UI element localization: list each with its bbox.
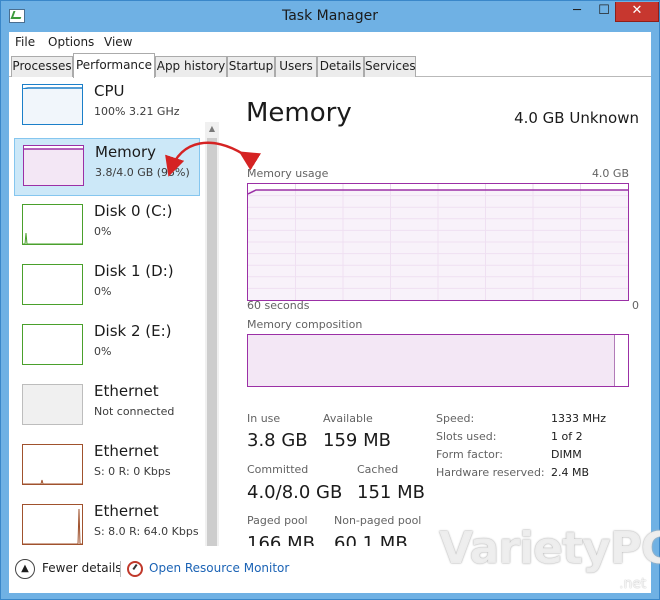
- task-manager-window: Task Manager ─ ☐ ✕ File Options View Pro…: [0, 0, 660, 600]
- tab-performance[interactable]: Performance: [73, 53, 155, 78]
- memory-capacity: 4.0 GB Unknown: [514, 109, 639, 127]
- menu-options[interactable]: Options: [48, 35, 94, 49]
- form-factor-value: DIMM: [551, 448, 582, 461]
- sidebar-item-label: Ethernet: [94, 382, 159, 400]
- chevron-up-icon[interactable]: ▲: [15, 559, 35, 579]
- watermark-logo: VarietyPC: [439, 523, 660, 574]
- maximize-button[interactable]: ☐: [591, 2, 617, 22]
- committed-label: Committed: [247, 463, 309, 476]
- in-use-label: In use: [247, 412, 281, 425]
- memory-usage-max: 4.0 GB: [591, 167, 629, 180]
- cached-label: Cached: [357, 463, 399, 476]
- ethernet-2-thumbnail: [22, 444, 83, 485]
- disk-2-thumbnail: [22, 324, 83, 365]
- fewer-details-link[interactable]: Fewer details: [42, 561, 122, 575]
- sidebar-item-value: S: 0 R: 0 Kbps: [94, 465, 171, 478]
- sidebar-item-disk-0[interactable]: Disk 0 (C:) 0%: [14, 198, 200, 256]
- memory-thumbnail-graph: [24, 148, 83, 185]
- ethernet-1-thumbnail: [22, 384, 83, 425]
- available-label: Available: [323, 412, 373, 425]
- sidebar-item-value: 3.8/4.0 GB (95%): [95, 166, 190, 179]
- cached-value: 151 MB: [357, 482, 425, 503]
- menu-file[interactable]: File: [15, 35, 35, 49]
- scroll-thumb[interactable]: [207, 138, 217, 546]
- ethernet-3-thumbnail: [22, 504, 83, 545]
- sidebar-item-label: Memory: [95, 143, 157, 161]
- sidebar-item-disk-2[interactable]: Disk 2 (E:) 0%: [14, 318, 200, 376]
- slots-used-value: 1 of 2: [551, 430, 583, 443]
- resource-monitor-icon[interactable]: [127, 561, 143, 577]
- sidebar-item-label: CPU: [94, 82, 125, 100]
- client-area: File Options View Processes Performance …: [9, 32, 651, 593]
- sidebar-item-label: Ethernet: [94, 442, 159, 460]
- menu-bar: File Options View: [9, 32, 651, 52]
- disk-0-thumbnail: [22, 204, 83, 245]
- committed-value: 4.0/8.0 GB: [247, 482, 343, 503]
- speed-label: Speed:: [436, 412, 475, 425]
- tab-details[interactable]: Details: [317, 56, 364, 77]
- tab-processes[interactable]: Processes: [11, 56, 73, 77]
- open-resource-monitor-link[interactable]: Open Resource Monitor: [149, 561, 289, 575]
- ethernet-3-thumbnail-graph: [23, 508, 82, 544]
- scroll-up-arrow-icon[interactable]: ▲: [205, 122, 219, 136]
- watermark-domain: .net: [619, 576, 647, 592]
- sidebar-item-value: 0%: [94, 345, 112, 358]
- close-button[interactable]: ✕: [615, 2, 659, 22]
- sidebar-scrollbar[interactable]: ▲ ▼: [205, 122, 219, 546]
- tab-app-history[interactable]: App history: [155, 56, 227, 77]
- memory-composition-label: Memory composition: [247, 318, 363, 331]
- sidebar-item-ethernet-3[interactable]: Ethernet S: 8.0 R: 64.0 Kbps: [14, 498, 200, 546]
- sidebar-item-label: Disk 1 (D:): [94, 262, 174, 280]
- slots-used-label: Slots used:: [436, 430, 497, 443]
- footer-divider: [120, 561, 121, 577]
- minimize-button[interactable]: ─: [564, 2, 590, 22]
- memory-composition-free-segment: [614, 335, 628, 386]
- sidebar-item-label: Ethernet: [94, 502, 159, 520]
- paged-pool-label: Paged pool: [247, 514, 308, 527]
- menu-view[interactable]: View: [104, 35, 132, 49]
- ethernet-2-thumbnail-graph: [23, 479, 82, 484]
- tab-users[interactable]: Users: [275, 56, 317, 77]
- form-factor-label: Form factor:: [436, 448, 503, 461]
- cpu-thumbnail-graph: [23, 87, 82, 124]
- memory-thumbnail: [23, 145, 84, 186]
- memory-usage-graph: [247, 183, 629, 301]
- page-title: Memory: [246, 98, 352, 128]
- sidebar-item-ethernet-1[interactable]: Ethernet Not connected: [14, 378, 200, 436]
- sidebar-item-value: 0%: [94, 285, 112, 298]
- sidebar-item-value: Not connected: [94, 405, 175, 418]
- cpu-thumbnail: [22, 84, 83, 125]
- sidebar-item-label: Disk 2 (E:): [94, 322, 172, 340]
- title-bar[interactable]: Task Manager ─ ☐ ✕: [1, 1, 659, 32]
- memory-usage-label: Memory usage: [247, 167, 329, 180]
- sidebar-item-label: Disk 0 (C:): [94, 202, 173, 220]
- hardware-reserved-value: 2.4 MB: [551, 466, 590, 479]
- graph-time-start: 60 seconds: [247, 299, 310, 312]
- in-use-value: 3.8 GB: [247, 430, 308, 451]
- sidebar-item-value: 0%: [94, 225, 112, 238]
- window-title: Task Manager: [281, 8, 379, 24]
- resource-sidebar: CPU 100% 3.21 GHz Memory 3.8/4.0 GB (95%…: [9, 78, 219, 546]
- tab-services[interactable]: Services: [364, 56, 416, 77]
- memory-usage-graph-plot: [247, 184, 628, 300]
- sidebar-item-memory[interactable]: Memory 3.8/4.0 GB (95%): [14, 138, 200, 196]
- disk-0-thumbnail-graph: [23, 232, 82, 244]
- tab-startup[interactable]: Startup: [227, 56, 275, 77]
- disk-1-thumbnail: [22, 264, 83, 305]
- memory-composition-bar: [247, 334, 629, 387]
- tab-bar: Processes Performance App history Startu…: [9, 53, 651, 78]
- memory-panel: Memory 4.0 GB Unknown Memory usage 4.0 G…: [239, 78, 639, 554]
- sidebar-item-cpu[interactable]: CPU 100% 3.21 GHz: [14, 78, 200, 136]
- hardware-reserved-label: Hardware reserved:: [436, 466, 545, 479]
- sidebar-item-ethernet-2[interactable]: Ethernet S: 0 R: 0 Kbps: [14, 438, 200, 496]
- sidebar-item-disk-1[interactable]: Disk 1 (D:) 0%: [14, 258, 200, 316]
- non-paged-pool-label: Non-paged pool: [334, 514, 422, 527]
- sidebar-item-value: S: 8.0 R: 64.0 Kbps: [94, 525, 199, 538]
- available-value: 159 MB: [323, 430, 391, 451]
- graph-time-end: 0: [632, 299, 639, 312]
- sidebar-item-value: 100% 3.21 GHz: [94, 105, 180, 118]
- speed-value: 1333 MHz: [551, 412, 607, 425]
